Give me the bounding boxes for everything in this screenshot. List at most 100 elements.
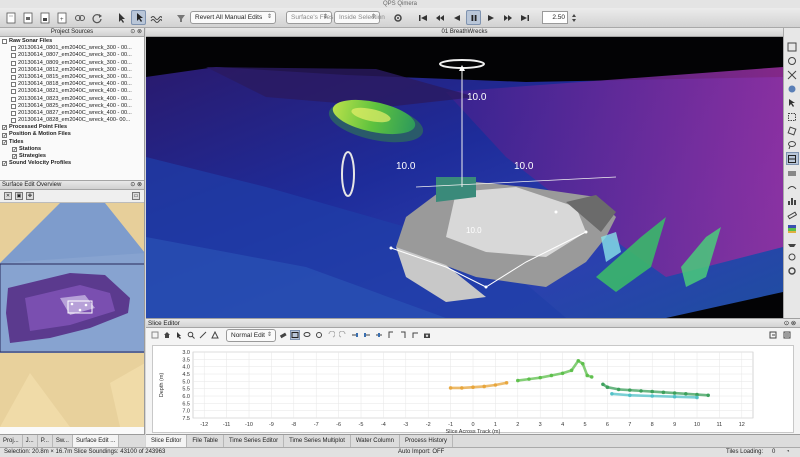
save-slice-icon[interactable]: [150, 330, 160, 340]
measure-icon[interactable]: [198, 330, 208, 340]
3d-view[interactable]: 01 BreathWrecks 10.0 10.0 10.0 10.0: [146, 28, 783, 318]
tree-item-group[interactable]: ✓ Stations: [2, 146, 142, 153]
pointer-icon[interactable]: [786, 96, 799, 109]
checkbox[interactable]: ✓: [2, 125, 7, 131]
checkbox[interactable]: [11, 75, 16, 81]
playback-speed-input[interactable]: 2.50: [542, 11, 568, 24]
tree-item-raw-sonar[interactable]: Raw Sonar Files: [2, 38, 142, 45]
dock-tab[interactable]: Surface Edit ...: [72, 435, 120, 447]
save-project-icon[interactable]: [38, 10, 53, 25]
checkbox[interactable]: [2, 39, 7, 45]
screen-icon[interactable]: ▭: [132, 192, 140, 200]
checkbox[interactable]: ✓: [2, 161, 7, 167]
panel-close-icon[interactable]: ⊙ ⊗: [130, 28, 142, 37]
rewind-icon[interactable]: [432, 10, 447, 25]
edit-mode-dropdown[interactable]: Normal Edit: [226, 328, 276, 342]
play-icon[interactable]: [483, 10, 498, 25]
edit-mode-select[interactable]: Revert All Manual Edits: [190, 11, 276, 24]
tree-item-raw-file[interactable]: 20130614_0828_em2040C_wreck_400- 00...: [2, 117, 142, 124]
contour-icon[interactable]: [786, 180, 799, 193]
tree-item-raw-file[interactable]: 20130614_0801_em2040C_wreck_300 - 00...: [2, 45, 142, 52]
bracket-down-icon[interactable]: [410, 330, 420, 340]
dock-tab[interactable]: Water Column: [351, 435, 400, 447]
panel-close-icon[interactable]: ⊙ ⊗: [130, 181, 142, 190]
wave-tool-icon[interactable]: [148, 10, 163, 25]
slice-plot[interactable]: -12 -11 -10 -9 -8 -7 -6 -5 -4 -3 -2 -1 0 1 2 3 4 5 6 7 8 9 10 1…: [152, 345, 794, 435]
box-select-icon[interactable]: [786, 110, 799, 123]
zoom-extents-icon[interactable]: ✕: [4, 192, 12, 200]
surface-icon[interactable]: [786, 166, 799, 179]
eraser-icon[interactable]: [278, 330, 288, 340]
tree-item-raw-file[interactable]: 20130614_0812_em2040C_wreck_300 - 00...: [2, 67, 142, 74]
bracket-right-icon[interactable]: [398, 330, 408, 340]
tree-item-group[interactable]: ✓ Sound Velocity Profiles: [2, 160, 142, 167]
dock-tab[interactable]: Process History: [400, 435, 453, 447]
checkbox[interactable]: ✓: [2, 139, 7, 145]
tree-item-group[interactable]: ✓ Processed Point Files: [2, 124, 142, 131]
checkbox[interactable]: [11, 89, 16, 95]
checkbox[interactable]: [11, 118, 16, 124]
checkbox[interactable]: [11, 60, 16, 66]
add-files-icon[interactable]: +: [55, 10, 70, 25]
ruler-icon[interactable]: [786, 208, 799, 221]
skip-forward-icon[interactable]: [517, 10, 532, 25]
dock-tab[interactable]: Time Series Editor: [224, 435, 285, 447]
flag-right-icon[interactable]: [362, 330, 372, 340]
layers-icon[interactable]: [786, 40, 799, 53]
histogram-icon[interactable]: [786, 194, 799, 207]
sync-icon[interactable]: [786, 250, 799, 263]
refresh-icon[interactable]: [89, 10, 104, 25]
bracket-left-icon[interactable]: [386, 330, 396, 340]
vessel-icon[interactable]: [786, 236, 799, 249]
speed-stepper-icon[interactable]: [570, 10, 578, 25]
tree-item-raw-file[interactable]: 20130614_0818_em2040C_wreck_400 - 00...: [2, 81, 142, 88]
edit-pointer-icon[interactable]: [131, 10, 146, 25]
surface-files-select[interactable]: Surface's Files: [286, 11, 333, 24]
view-top-icon[interactable]: [786, 54, 799, 67]
home-icon[interactable]: [162, 330, 172, 340]
tree-item-raw-file[interactable]: 20130614_0809_em2040C_wreck_300 - 00...: [2, 60, 142, 67]
tree-item-group[interactable]: ✓ Tides: [2, 139, 142, 146]
checkbox[interactable]: ✓: [12, 146, 17, 152]
link-icon[interactable]: [72, 10, 87, 25]
slice-tool-icon[interactable]: [785, 152, 799, 165]
flag-both-icon[interactable]: [374, 330, 384, 340]
color-map-icon[interactable]: [786, 222, 799, 235]
camera-icon[interactable]: [422, 330, 432, 340]
rotate-box-icon[interactable]: [786, 124, 799, 137]
select-arrow-icon[interactable]: [114, 10, 129, 25]
globe-icon[interactable]: [786, 82, 799, 95]
checkbox[interactable]: ✓: [2, 132, 7, 138]
dock-tab[interactable]: P...: [38, 435, 53, 447]
brush-icon[interactable]: [314, 330, 324, 340]
sensor-settings-icon[interactable]: [390, 10, 405, 25]
panel-close-icon[interactable]: ⊙ ⊗: [784, 319, 796, 328]
checkbox[interactable]: [11, 67, 16, 73]
dock-tab[interactable]: Proj...: [0, 435, 23, 447]
checkbox[interactable]: [11, 46, 16, 52]
lasso-select-icon[interactable]: [302, 330, 312, 340]
lasso-icon[interactable]: [786, 138, 799, 151]
new-project-icon[interactable]: [4, 10, 19, 25]
pointer-icon[interactable]: [174, 330, 184, 340]
tree-item-raw-file[interactable]: 20130614_0807_em2040C_wreck_300 - 00...: [2, 52, 142, 59]
rectangle-select-icon[interactable]: [290, 330, 300, 340]
dock-tab[interactable]: Sw...: [53, 435, 73, 447]
export-icon[interactable]: [768, 330, 778, 340]
dock-tab[interactable]: Time Series Multiplot: [284, 435, 351, 447]
settings-icon[interactable]: [786, 264, 799, 277]
zoom-icon[interactable]: [186, 330, 196, 340]
selection-filter-select[interactable]: Inside Selection: [334, 11, 385, 24]
checkbox[interactable]: [11, 96, 16, 102]
overview-map[interactable]: [0, 203, 144, 427]
pan-icon[interactable]: [210, 330, 220, 340]
open-project-icon[interactable]: [21, 10, 36, 25]
checkbox[interactable]: [11, 53, 16, 59]
dock-tab[interactable]: J...: [23, 435, 38, 447]
checkbox[interactable]: ✓: [12, 154, 17, 160]
tree-item-group[interactable]: ✓ Strategies: [2, 153, 142, 160]
flag-left-icon[interactable]: [350, 330, 360, 340]
fast-forward-icon[interactable]: [500, 10, 515, 25]
tree-item-raw-file[interactable]: 20130614_0823_em2040C_wreck_400 - 00...: [2, 96, 142, 103]
view-reset-icon[interactable]: [786, 68, 799, 81]
